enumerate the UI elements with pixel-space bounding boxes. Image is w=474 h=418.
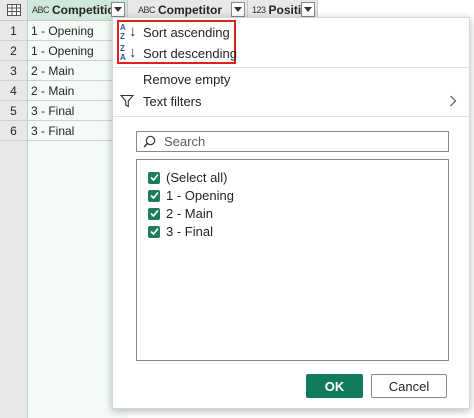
checkbox-label: 3 - Final	[166, 224, 213, 239]
remove-empty-item[interactable]: Remove empty	[113, 69, 469, 90]
table-row: 1 1 - Opening	[0, 21, 128, 41]
table-row: 4 2 - Main	[0, 81, 128, 101]
sort-ascending-icon: A Z ↓	[120, 23, 137, 41]
search-placeholder: Search	[164, 134, 206, 149]
row-number: 2	[0, 41, 28, 61]
check-icon	[149, 191, 159, 200]
sort-descending-icon: Z A ↓	[120, 44, 137, 62]
checkbox-label: 1 - Opening	[166, 188, 234, 203]
sort-ascending-label: Sort ascending	[143, 25, 230, 40]
row-header-empty	[0, 141, 28, 418]
text-type-icon: ABC	[138, 4, 156, 15]
dropdown-icon	[114, 7, 122, 12]
checkbox-item[interactable]: 3 - Final	[148, 224, 213, 239]
table-row: 5 3 - Final	[0, 101, 128, 121]
funnel-icon	[120, 94, 134, 108]
search-icon	[143, 135, 156, 148]
row-number: 4	[0, 81, 28, 101]
table-icon	[6, 4, 21, 16]
checkbox-label: 2 - Main	[166, 206, 213, 221]
check-icon	[149, 227, 159, 236]
table-row: 6 3 - Final	[0, 121, 128, 141]
row-number: 5	[0, 101, 28, 121]
row-number: 6	[0, 121, 28, 141]
dropdown-icon	[304, 7, 312, 12]
row-number: 1	[0, 21, 28, 41]
checkbox[interactable]	[148, 171, 160, 184]
menu-divider	[113, 116, 469, 117]
text-filters-item[interactable]: Text filters	[113, 91, 469, 112]
row-number: 3	[0, 61, 28, 81]
chevron-right-icon	[450, 95, 457, 107]
sort-ascending-item[interactable]: A Z ↓ Sort ascending	[113, 22, 469, 43]
menu-divider	[113, 67, 469, 68]
search-input[interactable]: Search	[136, 131, 449, 152]
checkbox-label: (Select all)	[166, 170, 228, 185]
checkbox-select-all[interactable]: (Select all)	[148, 170, 227, 185]
table-row: 2 1 - Opening	[0, 41, 128, 61]
dropdown-icon	[234, 7, 242, 12]
checkbox[interactable]	[148, 207, 160, 220]
table-row: 3 2 - Main	[0, 61, 128, 81]
text-type-icon: ABC	[32, 4, 50, 15]
checkbox[interactable]	[148, 189, 160, 202]
checkbox-item[interactable]: 2 - Main	[148, 206, 213, 221]
column-dropdown-button[interactable]	[301, 2, 315, 17]
cancel-button[interactable]: Cancel	[371, 374, 447, 398]
filter-dropdown-menu: A Z ↓ Sort ascending Z A ↓ Sort descending R…	[112, 17, 470, 409]
check-icon	[149, 173, 159, 182]
column-name: Competitor	[158, 3, 223, 17]
sort-descending-label: Sort descending	[143, 46, 237, 61]
value-list: (Select all) 1 - Opening 2 - Main 3 - Fi…	[136, 159, 449, 361]
column-dropdown-button[interactable]	[111, 2, 125, 17]
check-icon	[149, 209, 159, 218]
checkbox-item[interactable]: 1 - Opening	[148, 188, 234, 203]
column-dropdown-button[interactable]	[231, 2, 245, 17]
sort-descending-item[interactable]: Z A ↓ Sort descending	[113, 43, 469, 64]
ok-button[interactable]: OK	[306, 374, 363, 398]
text-filters-label: Text filters	[143, 94, 202, 109]
remove-empty-label: Remove empty	[143, 72, 231, 87]
checkbox[interactable]	[148, 225, 160, 238]
number-type-icon: 123	[252, 4, 266, 15]
table-corner[interactable]	[0, 0, 28, 21]
